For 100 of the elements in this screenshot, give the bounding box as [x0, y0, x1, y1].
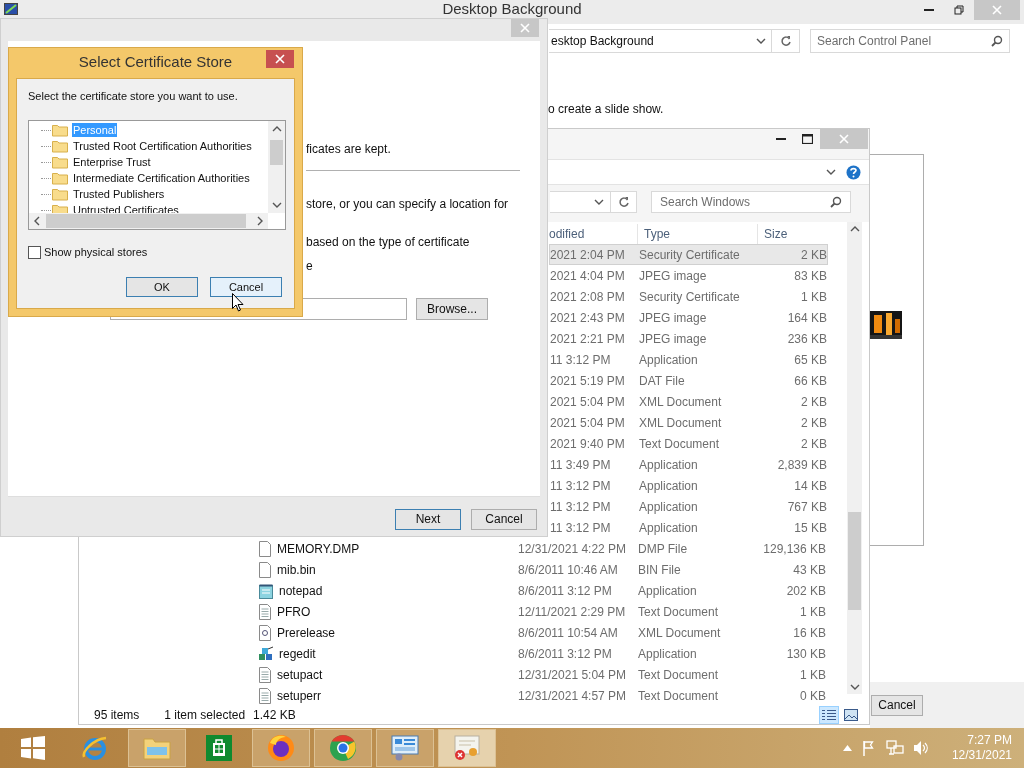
- details-view-button[interactable]: [819, 706, 839, 724]
- clock-time: 7:27 PM: [967, 733, 1012, 748]
- date-cell-text: 2021 5:04 PM: [550, 414, 626, 432]
- file-row[interactable]: 2021 5:19 PM DAT File 66 KB: [549, 370, 828, 391]
- size-cell-text: 43 KB: [792, 561, 826, 579]
- file-row[interactable]: 2021 5:04 PM XML Document 2 KB: [549, 412, 828, 433]
- monitor-icon: [390, 734, 420, 762]
- flag-icon[interactable]: [860, 740, 877, 756]
- type-cell-text: Application: [639, 477, 699, 495]
- taskbar-button[interactable]: [376, 729, 434, 767]
- date-cell-text: 2021 5:19 PM: [550, 372, 626, 390]
- window-title: Desktop Background: [442, 0, 582, 17]
- file-row[interactable]: 2021 5:04 PM XML Document 2 KB: [549, 391, 828, 412]
- close-button[interactable]: [266, 50, 294, 68]
- wizard-button[interactable]: Cancel: [471, 508, 537, 530]
- tree-item[interactable]: Trusted Publishers: [72, 187, 166, 201]
- file-row[interactable]: mib.bin 8/6/2011 10:46 AM BIN File 43 KB: [249, 559, 829, 580]
- help-icon: [846, 164, 861, 180]
- network-icon[interactable]: [885, 740, 904, 756]
- file-row[interactable]: 11 3:12 PM Application 65 KB: [549, 349, 828, 370]
- scroll-bar[interactable]: [268, 121, 285, 213]
- instruction-text: o create a slide show.: [548, 101, 665, 117]
- type-cell-text: Application: [639, 456, 699, 474]
- file-row[interactable]: 2021 2:21 PM JPEG image 236 KB: [549, 328, 828, 349]
- xml-file-icon: [258, 624, 272, 641]
- scroll-thumb[interactable]: [46, 214, 246, 228]
- scroll-bar[interactable]: [847, 222, 862, 694]
- browser-icon: [266, 733, 296, 763]
- address-text: esktop Background: [550, 33, 655, 50]
- chevron-up-icon[interactable]: [842, 745, 852, 751]
- scroll-thumb[interactable]: [848, 512, 861, 610]
- type-cell-text: DAT File: [639, 372, 686, 390]
- speaker-icon[interactable]: [912, 740, 929, 756]
- date-cell-text: 2021 4:04 PM: [550, 267, 626, 285]
- checkbox[interactable]: [28, 245, 41, 259]
- taskbar-button[interactable]: [314, 729, 372, 767]
- file-row[interactable]: 11 3:12 PM Application 767 KB: [549, 496, 828, 517]
- address-bar[interactable]: esktop Background: [549, 29, 800, 53]
- date-cell-text: 2021 2:04 PM: [550, 246, 626, 264]
- tree-item[interactable]: Intermediate Certification Authorities: [72, 171, 251, 185]
- search-field[interactable]: Search Windows: [651, 191, 851, 213]
- type-cell-text: Application: [638, 582, 698, 600]
- size-cell-text: 767 KB: [786, 498, 827, 516]
- file-row[interactable]: regedit 8/6/2011 3:12 PM Application 130 KB: [249, 643, 829, 664]
- file-row[interactable]: 2021 2:08 PM Security Certificate 1 KB: [549, 286, 828, 307]
- tree-item[interactable]: Enterprise Trust: [72, 155, 152, 169]
- file-row[interactable]: 2021 4:04 PM JPEG image 83 KB: [549, 265, 828, 286]
- search-field[interactable]: Search Control Panel: [810, 29, 1010, 53]
- scroll-thumb[interactable]: [270, 140, 283, 165]
- column-header[interactable]: Size: [758, 224, 826, 244]
- app-icon: [4, 3, 18, 15]
- thumbnail-view-button[interactable]: [841, 706, 861, 724]
- wizard-text: e: [306, 258, 314, 274]
- size-cell-text: 65 KB: [793, 351, 827, 369]
- type-cell-text: JPEG image: [639, 267, 708, 285]
- file-row[interactable]: Prerelease 8/6/2011 10:54 AM XML Document 16 KB: [249, 622, 829, 643]
- certificate-icon: [452, 734, 482, 762]
- browser-icon: [328, 733, 358, 763]
- dialog-button[interactable]: OK: [126, 276, 198, 297]
- chevron-right-icon: [255, 216, 265, 226]
- taskbar-button[interactable]: [438, 729, 496, 767]
- file-row[interactable]: 2021 2:43 PM JPEG image 164 KB: [549, 307, 828, 328]
- close-icon: [275, 54, 285, 64]
- file-name: setuperr: [277, 687, 322, 705]
- chevron-up-icon: [271, 124, 282, 134]
- file-row[interactable]: 11 3:12 PM Application 14 KB: [549, 475, 828, 496]
- date-cell-text: 12/11/2021 2:29 PM: [518, 603, 627, 621]
- taskbar-button[interactable]: [252, 729, 310, 767]
- browse-button[interactable]: Browse...: [416, 298, 488, 320]
- file-row[interactable]: 2021 2:04 PM Security Certificate 2 KB: [549, 244, 828, 265]
- chevron-down-icon: [849, 682, 860, 692]
- type-cell-text: JPEG image: [639, 330, 708, 348]
- size-cell-text: 129,136 KB: [762, 540, 826, 558]
- file-row[interactable]: MEMORY.DMP 12/31/2021 4:22 PM DMP File 129,136 KB: [249, 538, 829, 559]
- refresh-icon: [617, 196, 630, 208]
- file-row[interactable]: notepad 8/6/2011 3:12 PM Application 202 KB: [249, 580, 829, 601]
- folder-icon: [52, 123, 68, 137]
- size-cell-text: 1 KB: [799, 603, 826, 621]
- clock-date: 12/31/2021: [951, 748, 1012, 763]
- file-row[interactable]: 11 3:49 PM Application 2,839 KB: [549, 454, 828, 475]
- type-cell-text: Text Document: [638, 687, 720, 705]
- tree-item[interactable]: Trusted Root Certification Authorities: [72, 139, 253, 153]
- file-name: setupact: [277, 666, 323, 684]
- folder-icon: [142, 735, 172, 761]
- file-row[interactable]: PFRO 12/11/2021 2:29 PM Text Document 1 KB: [249, 601, 829, 622]
- file-row[interactable]: 11 3:12 PM Application 15 KB: [549, 517, 828, 538]
- cancel-button[interactable]: Cancel: [871, 694, 923, 716]
- type-cell-text: BIN File: [638, 561, 682, 579]
- type-cell-text: Application: [639, 351, 699, 369]
- dialog-button[interactable]: Cancel: [210, 276, 282, 297]
- size-cell-text: 1 KB: [799, 666, 826, 684]
- date-cell-text: 8/6/2011 10:54 AM: [518, 624, 619, 642]
- date-cell-text: 11 3:49 PM: [550, 456, 612, 474]
- prompt-text: Select the certificate store you want to use.: [28, 89, 239, 103]
- file-row[interactable]: setupact 12/31/2021 5:04 PM Text Document 1 KB: [249, 664, 829, 685]
- wizard-button[interactable]: Next: [395, 508, 461, 530]
- address-bar[interactable]: [550, 191, 637, 213]
- file-row[interactable]: 2021 9:40 PM Text Document 2 KB: [549, 433, 828, 454]
- horizontal-scroll-bar[interactable]: [29, 213, 268, 229]
- file-row[interactable]: setuperr 12/31/2021 4:57 PM Text Document 0 KB: [249, 685, 829, 706]
